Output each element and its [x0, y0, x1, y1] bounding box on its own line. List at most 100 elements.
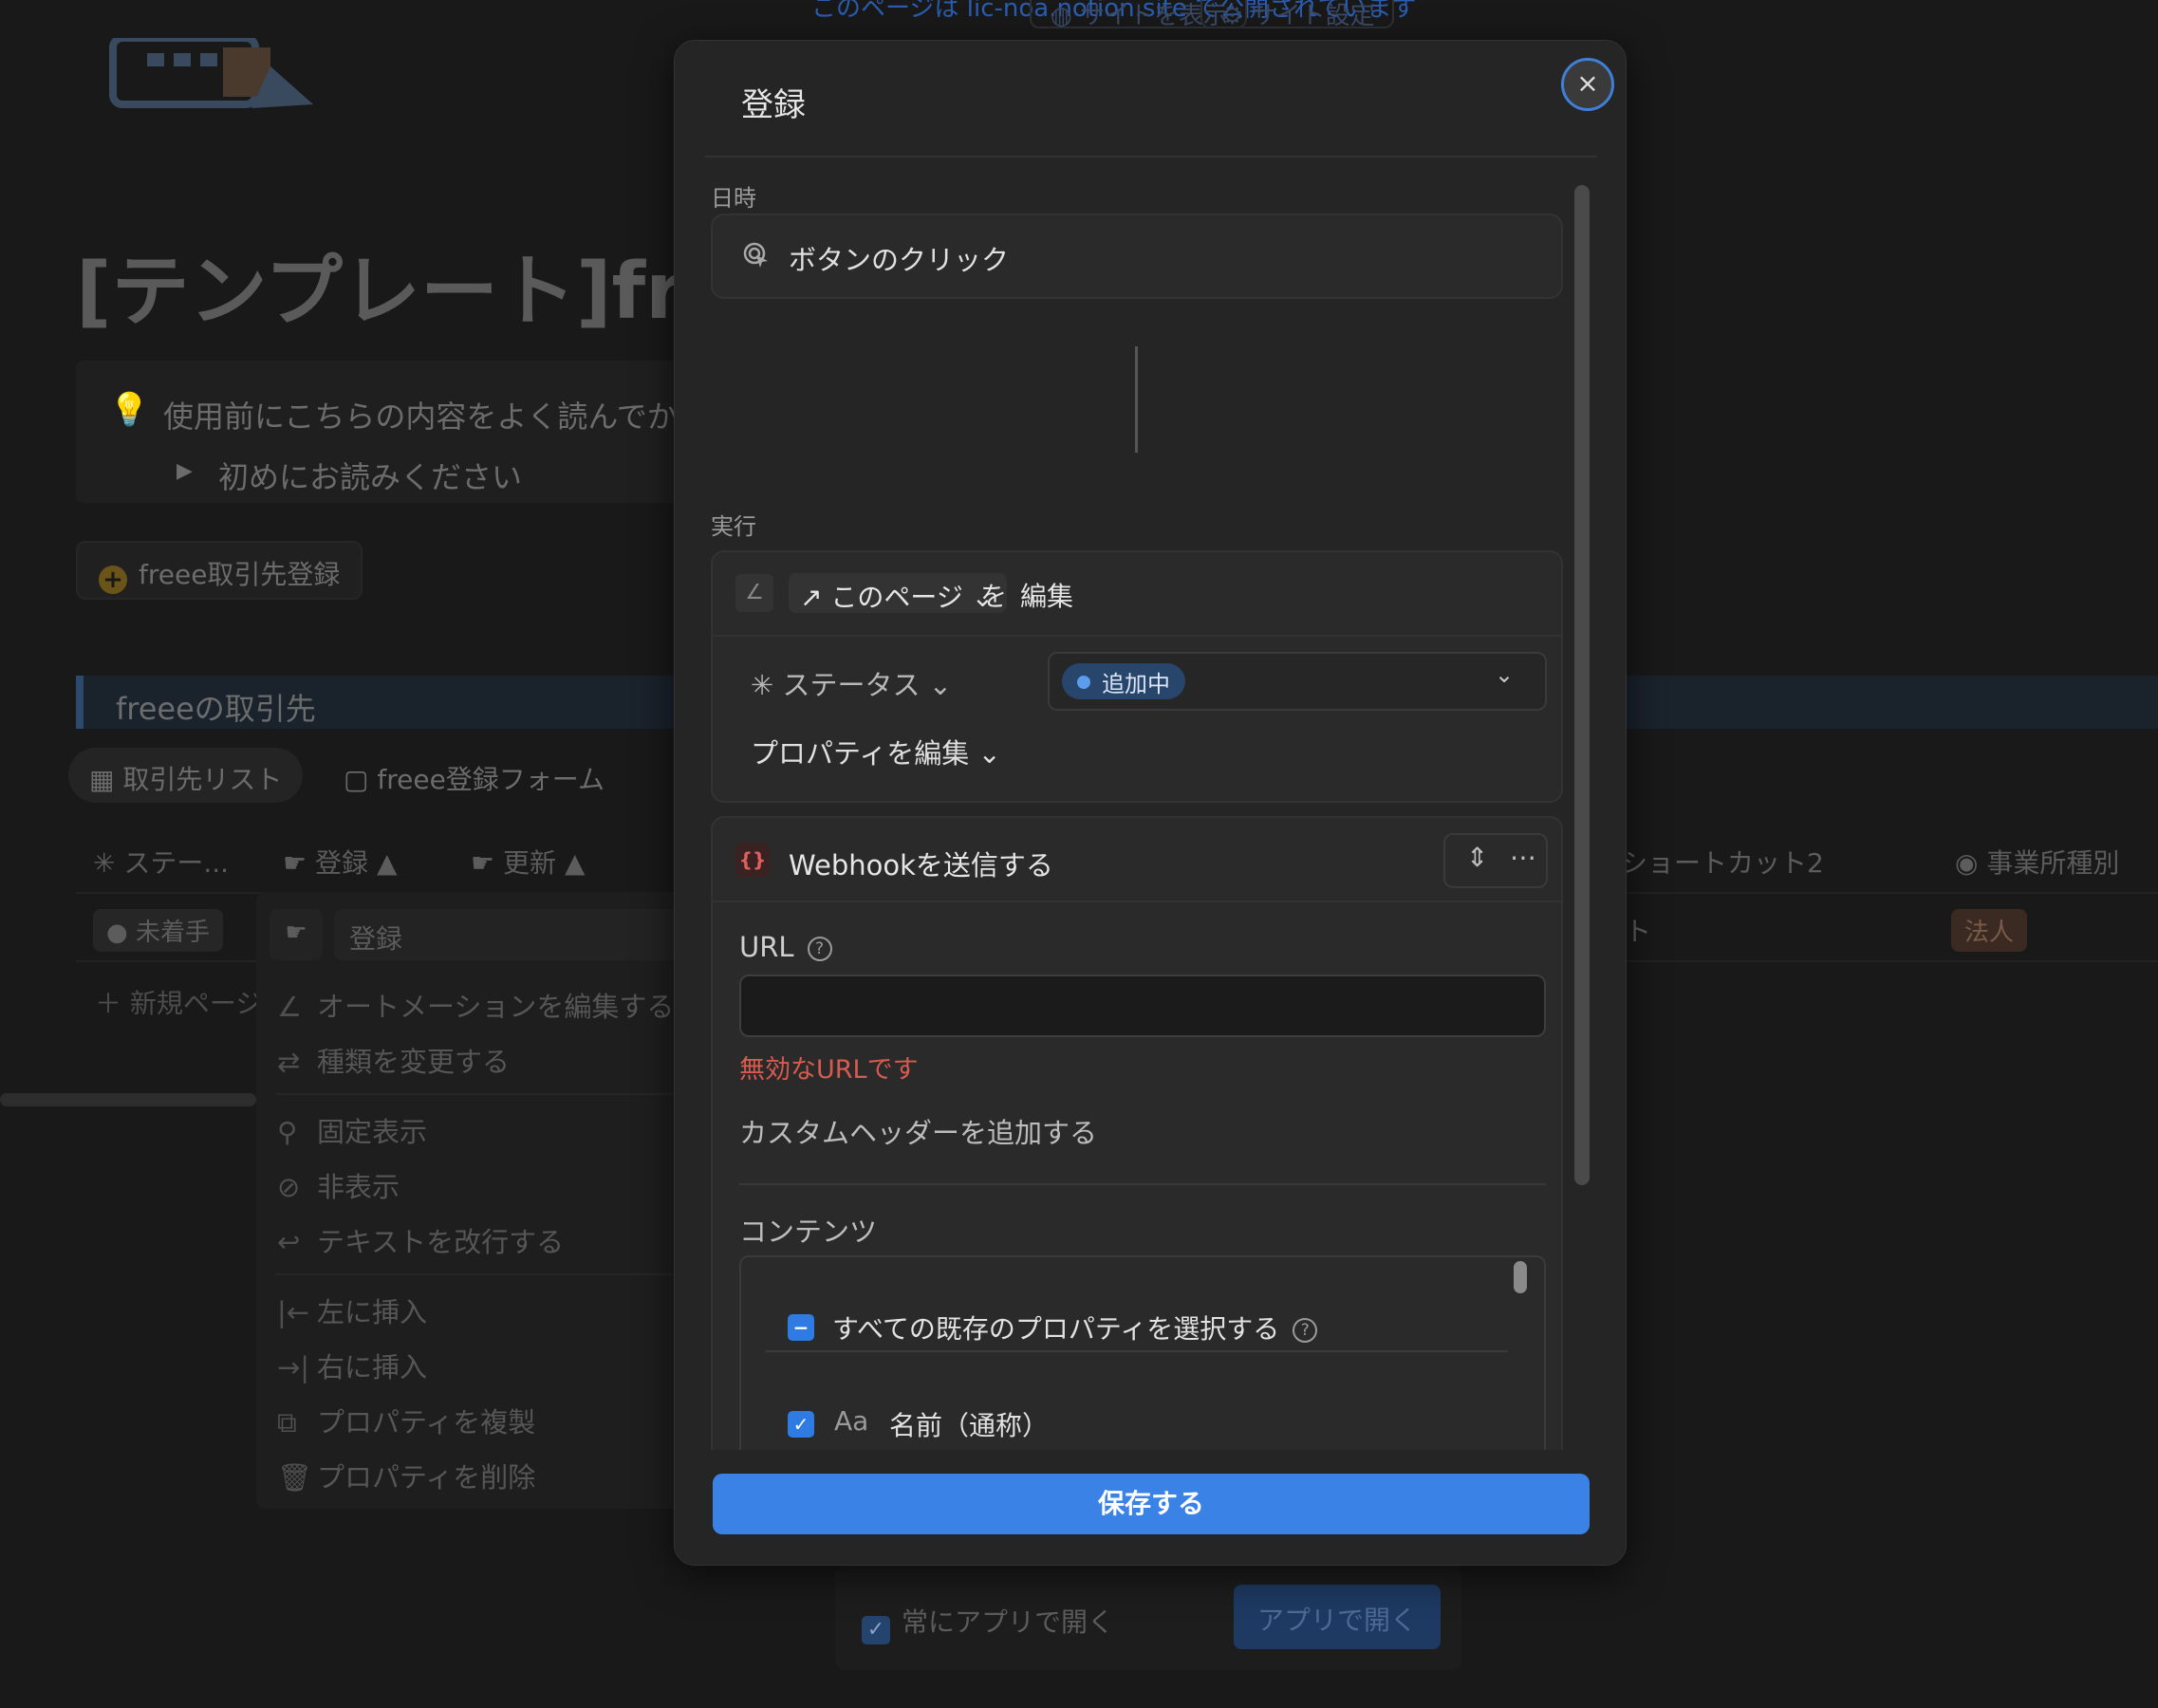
menu-divider: [275, 1273, 693, 1275]
menu-item-pin[interactable]: ⚲ 固定表示: [277, 1110, 427, 1150]
more-options-icon[interactable]: ⋯: [1510, 842, 1536, 873]
office-type-chip[interactable]: 法人: [1951, 909, 2028, 952]
menu-item-delete[interactable]: 🗑 プロパティを削除: [277, 1456, 535, 1495]
chevron-down-icon: ⌄: [977, 737, 1001, 770]
action-divider: [713, 635, 1561, 637]
callout-text: 使用前にこちらの内容をよく読んでか: [163, 399, 678, 435]
help-icon[interactable]: ?: [1293, 1318, 1318, 1343]
button-label: freee取引先登録: [139, 559, 341, 590]
property-name-input[interactable]: 登録: [334, 909, 685, 960]
site-settings-button[interactable]: ⚙ サイト設定: [1200, 0, 1394, 30]
trash-icon: 🗑: [277, 1461, 312, 1494]
arrow-up-right-icon: ↗: [800, 582, 823, 613]
automation-modal: 登録 × 日時 ボタンのクリック 実行 ∠ ↗ このページ ⌄ を 編集 ✳ ス…: [674, 40, 1627, 1566]
url-label: URL?: [739, 931, 832, 963]
pin-icon: ⚲: [277, 1116, 298, 1148]
menu-item-hide[interactable]: ⊘ 非表示: [277, 1165, 400, 1205]
status-icon: ✳: [93, 847, 116, 879]
open-in-app-button[interactable]: アプリで開く: [1234, 1585, 1441, 1649]
status-chip[interactable]: ● 未着手: [93, 909, 223, 952]
button-cursor-icon: ☛: [283, 847, 307, 879]
toggle-arrow-icon[interactable]: ▶: [177, 459, 193, 483]
site-settings-label: サイト設定: [1251, 2, 1375, 30]
warning-icon: ▲: [564, 847, 586, 879]
chevron-down-icon[interactable]: ⌄: [1495, 661, 1514, 688]
url-input[interactable]: [739, 975, 1546, 1037]
modal-title: 登録: [741, 86, 806, 124]
property-name-dropdown[interactable]: ✳ ステータス ⌄: [751, 663, 952, 703]
close-button[interactable]: ×: [1561, 58, 1614, 111]
menu-divider: [275, 1093, 693, 1095]
new-page-button[interactable]: ＋ 新規ページ: [95, 983, 262, 1021]
property-type-icon[interactable]: ☛: [270, 909, 323, 960]
pencil-icon: ∠: [735, 574, 773, 612]
menu-item-label: 右に挿入: [317, 1351, 428, 1383]
content-list-divider: [766, 1350, 1508, 1352]
menu-item-label: 左に挿入: [317, 1296, 428, 1328]
checkbox-label: 常にアプリで開く: [902, 1606, 1115, 1638]
action-particle: を: [980, 581, 1008, 612]
modal-scrollbar[interactable]: [1574, 185, 1590, 1185]
duplicate-icon: ⧉: [277, 1406, 297, 1439]
property-checkbox[interactable]: ✓: [788, 1411, 814, 1438]
menu-item-change-type[interactable]: ⇄ 種類を変更する: [277, 1040, 510, 1080]
webhook-divider: [713, 900, 1561, 902]
new-page-label: 新規ページ: [129, 988, 263, 1019]
url-error-message: 無効なURLです: [739, 1055, 919, 1085]
shortcut-cell[interactable]: ト: [1625, 911, 1651, 949]
column-label: 更新: [503, 847, 557, 879]
menu-item-insert-left[interactable]: |← 左に挿入: [277, 1290, 427, 1330]
edit-properties-dropdown[interactable]: プロパティを編集 ⌄: [751, 732, 1001, 771]
help-icon[interactable]: ?: [807, 937, 832, 961]
column-header-status[interactable]: ✳ ステー...: [93, 843, 229, 881]
column-header-update[interactable]: ☛ 更新 ▲: [471, 843, 585, 881]
wrap-icon: ↩: [277, 1226, 301, 1258]
target-page-label: このページ: [830, 582, 963, 613]
menu-item-insert-right[interactable]: →| 右に挿入: [277, 1346, 427, 1385]
lightbulb-icon: 💡: [109, 391, 150, 429]
collapse-icon[interactable]: ⇕: [1466, 842, 1488, 873]
toggle-title[interactable]: 初めにお読みください: [218, 454, 522, 497]
target-page-dropdown[interactable]: ↗ このページ ⌄: [789, 573, 1008, 613]
select-all-checkbox[interactable]: −: [788, 1314, 814, 1341]
column-header-shortcut2[interactable]: ショートカット2: [1621, 843, 1824, 881]
menu-item-label: プロパティを削除: [317, 1461, 536, 1494]
column-header-office-type[interactable]: ◉ 事業所種別: [1955, 843, 2119, 881]
table-icon: ▦: [89, 764, 115, 795]
button-cursor-icon: ☛: [471, 847, 495, 879]
database-title[interactable]: freeeの取引先: [116, 685, 316, 729]
insert-left-icon: |←: [277, 1296, 310, 1328]
menu-item-label: オートメーションを編集する: [317, 991, 675, 1023]
plus-icon: ＋: [95, 988, 122, 1019]
always-open-in-app-checkbox[interactable]: ✓ 常にアプリで開く: [862, 1602, 1114, 1644]
globe-icon: ◍: [1051, 2, 1072, 30]
horizontal-scrollbar[interactable]: [0, 1093, 256, 1106]
column-label: ステー...: [123, 847, 230, 879]
select-icon: ◉: [1955, 847, 1979, 879]
column-header-register[interactable]: ☛ 登録 ▲: [283, 843, 397, 881]
column-label: 登録: [315, 847, 369, 879]
property-name-label: ステータス: [782, 669, 921, 701]
close-icon: ×: [1576, 67, 1599, 99]
flow-connector: [1135, 346, 1138, 453]
view-tab-label: freee登録フォーム: [377, 764, 605, 795]
save-button[interactable]: 保存する: [713, 1474, 1590, 1534]
view-tab-label: 取引先リスト: [122, 764, 283, 795]
select-all-label[interactable]: すべての既存のプロパティを選択する?: [832, 1309, 1318, 1346]
menu-item-duplicate[interactable]: ⧉ プロパティを複製: [277, 1401, 535, 1440]
status-icon: ✳: [751, 669, 774, 701]
checkmark-icon: ✓: [862, 1616, 890, 1644]
view-tab-list[interactable]: ▦ 取引先リスト: [68, 748, 304, 803]
action-verb: 編集: [1020, 581, 1074, 612]
view-tab-form[interactable]: ▢ freee登録フォーム: [323, 748, 625, 803]
content-scrollbar[interactable]: [1514, 1261, 1527, 1293]
freee-register-button[interactable]: + freee取引先登録: [76, 541, 363, 600]
warning-icon: ▲: [376, 847, 398, 879]
menu-item-label: 固定表示: [317, 1116, 428, 1148]
add-custom-header-button[interactable]: カスタムヘッダーを追加する: [739, 1111, 1097, 1151]
menu-item-wrap-text[interactable]: ↩ テキストを改行する: [277, 1220, 564, 1260]
menu-item-edit-automation[interactable]: ∠ オートメーションを編集する: [277, 985, 674, 1025]
form-icon: ▢: [344, 764, 369, 795]
menu-item-label: プロパティを複製: [317, 1406, 536, 1439]
select-all-text: すべての既存のプロパティを選択する: [832, 1313, 1280, 1345]
